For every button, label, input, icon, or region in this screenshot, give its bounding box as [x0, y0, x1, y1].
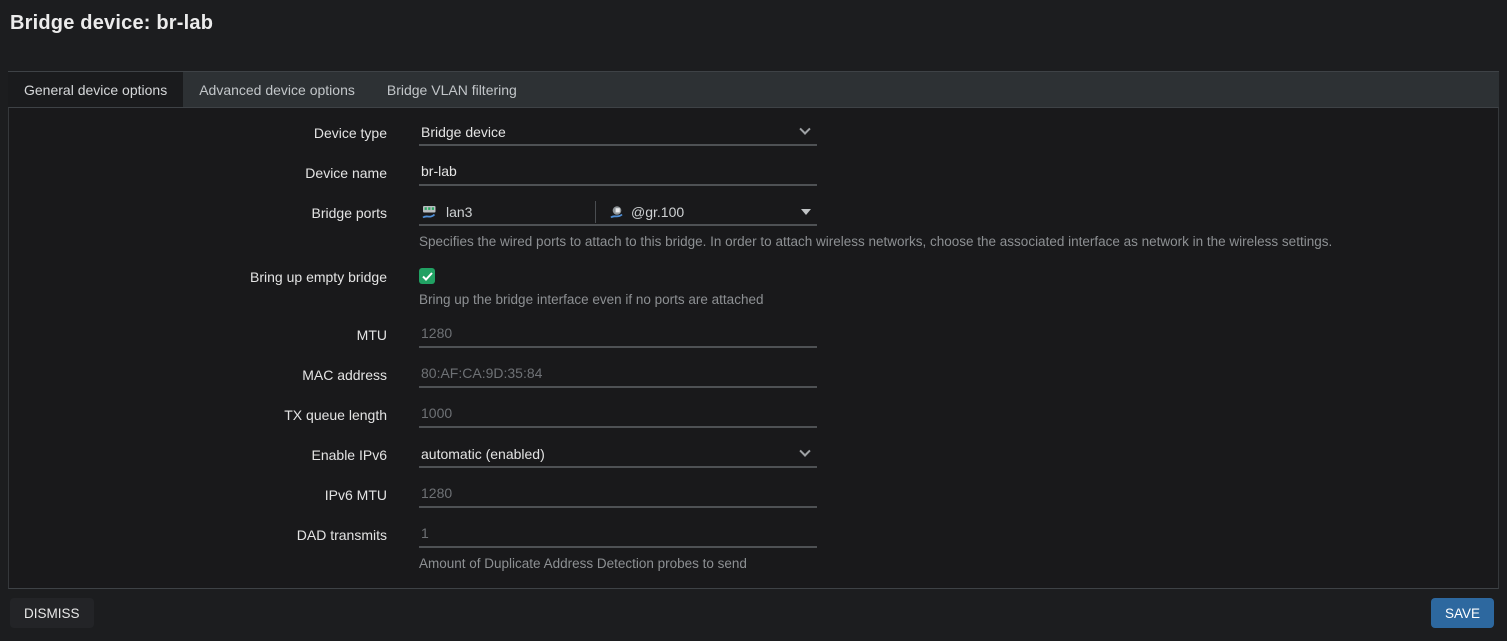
form-panel: Device type Bridge device Device name Br…	[8, 107, 1499, 589]
dialog-footer: DISMISS SAVE	[0, 589, 1507, 641]
dropdown-caret-icon	[801, 209, 811, 215]
ipv6-mtu-input[interactable]	[419, 482, 817, 508]
form-row-tx-queue-length: TX queue length	[9, 402, 1498, 428]
item-divider	[595, 201, 596, 223]
tab-advanced-device-options[interactable]: Advanced device options	[183, 72, 371, 107]
enable-ipv6-select[interactable]: automatic (enabled)	[419, 442, 817, 468]
tab-label: Advanced device options	[199, 82, 355, 98]
tab-bar: General device options Advanced device o…	[8, 71, 1499, 107]
dialog-header: Bridge device: br-lab	[0, 0, 1507, 71]
form-row-bridge-ports: Bridge ports lan3	[9, 200, 1498, 250]
chevron-down-icon	[799, 446, 810, 457]
save-button[interactable]: SAVE	[1431, 598, 1494, 628]
form-row-mtu: MTU	[9, 322, 1498, 348]
form-row-dad-transmits: DAD transmits Amount of Duplicate Addres…	[9, 522, 1498, 572]
bridge-port-name: @gr.100	[631, 204, 684, 220]
mac-address-input[interactable]	[419, 362, 817, 388]
mtu-label: MTU	[9, 322, 387, 348]
enable-ipv6-label: Enable IPv6	[9, 442, 387, 468]
device-type-label: Device type	[9, 120, 387, 146]
dad-transmits-input[interactable]	[419, 522, 817, 548]
bridge-port-item-gr100[interactable]: @gr.100	[606, 204, 801, 220]
bring-up-empty-bridge-label: Bring up empty bridge	[9, 264, 387, 308]
enable-ipv6-value: automatic (enabled)	[421, 446, 545, 462]
form-row-bring-up-empty-bridge: Bring up empty bridge Bring up the bridg…	[9, 264, 1498, 308]
bring-up-empty-bridge-checkbox[interactable]	[419, 268, 435, 284]
ethernet-port-icon	[422, 205, 439, 220]
tx-queue-length-input[interactable]	[419, 402, 817, 428]
dad-transmits-description: Amount of Duplicate Address Detection pr…	[419, 555, 1498, 572]
form-row-mac-address: MAC address	[9, 362, 1498, 388]
bridge-port-name: lan3	[446, 204, 472, 220]
ipv6-mtu-label: IPv6 MTU	[9, 482, 387, 508]
tab-bridge-vlan-filtering[interactable]: Bridge VLAN filtering	[371, 72, 533, 107]
bridge-ports-label: Bridge ports	[9, 200, 387, 250]
device-type-value: Bridge device	[421, 124, 506, 140]
chevron-down-icon	[799, 124, 810, 135]
dad-transmits-label: DAD transmits	[9, 522, 387, 572]
form-row-enable-ipv6: Enable IPv6 automatic (enabled)	[9, 442, 1498, 468]
bridge-ports-description: Specifies the wired ports to attach to t…	[419, 233, 1498, 250]
tab-label: Bridge VLAN filtering	[387, 82, 517, 98]
mtu-input[interactable]	[419, 322, 817, 348]
device-name-label: Device name	[9, 160, 387, 186]
tx-queue-length-label: TX queue length	[9, 402, 387, 428]
bridge-port-item-lan3[interactable]: lan3	[419, 204, 595, 220]
tab-general-device-options[interactable]: General device options	[8, 72, 183, 107]
device-type-select[interactable]: Bridge device	[419, 120, 817, 146]
bridge-ports-dropdown[interactable]: lan3 @gr.100	[419, 200, 817, 226]
checkmark-icon	[422, 272, 433, 281]
form-row-device-type: Device type Bridge device	[9, 120, 1498, 146]
page-title: Bridge device: br-lab	[10, 12, 1497, 35]
dismiss-button[interactable]: DISMISS	[10, 598, 94, 628]
tunnel-icon	[609, 205, 624, 220]
form-row-device-name: Device name	[9, 160, 1498, 186]
tab-label: General device options	[24, 82, 167, 98]
bring-up-empty-bridge-description: Bring up the bridge interface even if no…	[419, 291, 1498, 308]
form-row-ipv6-mtu: IPv6 MTU	[9, 482, 1498, 508]
mac-address-label: MAC address	[9, 362, 387, 388]
device-name-input[interactable]	[419, 160, 817, 186]
